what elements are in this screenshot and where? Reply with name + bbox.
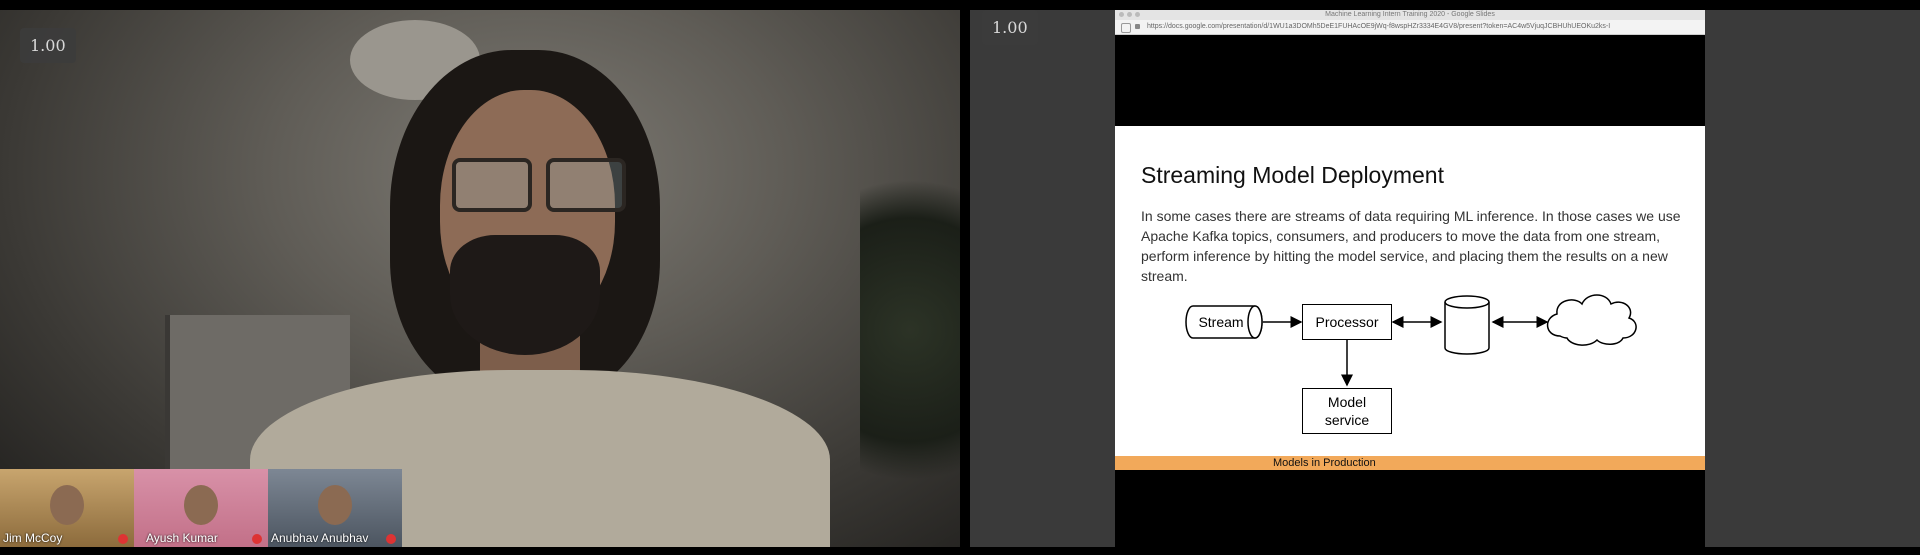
back-icon[interactable]	[1121, 23, 1131, 33]
presentation-slide: Streaming Model Deployment In some cases…	[1115, 126, 1705, 456]
database-icon	[1444, 295, 1490, 355]
muted-mic-icon	[118, 534, 128, 544]
participant-name: Jim McCoy	[3, 531, 63, 545]
address-bar[interactable]: https://docs.google.com/presentation/d/1…	[1115, 20, 1705, 35]
model-service-box: Model service	[1302, 388, 1392, 434]
participant-avatar	[318, 485, 352, 525]
participant-avatar	[50, 485, 84, 525]
background-plant	[860, 150, 960, 510]
zoom-badge[interactable]: 1.00	[20, 28, 76, 63]
participant-tile[interactable]: Ayush Kumar	[134, 469, 268, 547]
browser-window: Machine Learning Intern Training 2020 - …	[1115, 10, 1705, 547]
cloud-icon	[1546, 294, 1637, 346]
speaker-glasses	[452, 158, 626, 212]
participant-thumbnails: Jim McCoy Ayush Kumar Anubhav Anubhav	[0, 469, 402, 547]
zoom-badge[interactable]: 1.00	[982, 10, 1038, 45]
speaker-beard	[450, 235, 600, 355]
screen-share: 1.00 Machine Learning Intern Training 20…	[970, 10, 1920, 547]
url-text[interactable]: https://docs.google.com/presentation/d/1…	[1147, 23, 1610, 30]
muted-mic-icon	[252, 534, 262, 544]
speaker-video: 1.00 Jim McCoy Ayush Kumar Anubhav Anubh…	[0, 10, 960, 547]
stream-label: Stream	[1198, 314, 1244, 330]
participant-name: Anubhav Anubhav	[271, 531, 369, 545]
pipeline-diagram	[1185, 294, 1637, 387]
browser-titlebar: Machine Learning Intern Training 2020 - …	[1115, 10, 1705, 20]
slide-footer-text: Models in Production	[1273, 457, 1376, 469]
slide-footer-bar: Models in Production	[1115, 456, 1705, 470]
lock-icon	[1135, 24, 1140, 29]
participant-avatar	[184, 485, 218, 525]
participant-tile[interactable]: Jim McCoy	[0, 469, 134, 547]
participant-name: Ayush Kumar	[146, 531, 218, 545]
processor-box: Processor	[1302, 304, 1392, 340]
muted-mic-icon	[386, 534, 396, 544]
window-title: Machine Learning Intern Training 2020 - …	[1325, 11, 1495, 18]
right-lens	[546, 158, 626, 212]
left-lens	[452, 158, 532, 212]
window-controls[interactable]	[1119, 12, 1140, 17]
participant-tile[interactable]: Anubhav Anubhav	[268, 469, 402, 547]
